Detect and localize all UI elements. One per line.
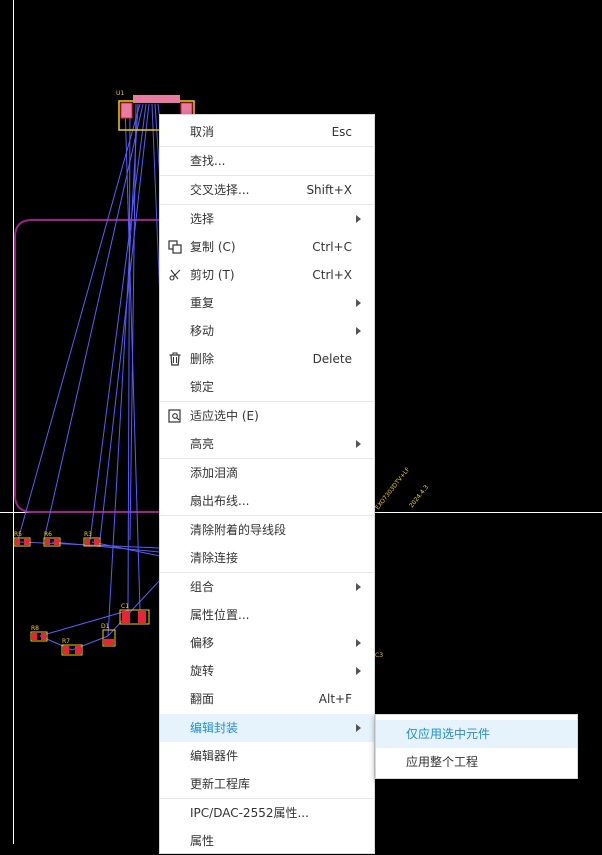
menu-item-25[interactable]: 属性 bbox=[160, 827, 374, 855]
board-outline bbox=[14, 219, 160, 513]
menu-item-12[interactable]: 添加泪滴 bbox=[160, 459, 374, 487]
component-r3[interactable]: R3 bbox=[83, 531, 101, 547]
menu-item-shortcut: Shift+X bbox=[306, 183, 352, 197]
menu-item-7[interactable]: 移动 bbox=[160, 317, 374, 345]
submenu-arrow-icon bbox=[356, 583, 361, 591]
menu-item-label: 编辑封装 bbox=[190, 721, 239, 735]
menu-item-label: 旋转 bbox=[190, 664, 215, 678]
menu-item-label: 高亮 bbox=[190, 437, 215, 451]
board-text-date: 2024.4.3 bbox=[408, 484, 430, 510]
submenu-arrow-icon bbox=[356, 724, 361, 732]
menu-item-label: 剪切 (T) bbox=[190, 268, 235, 282]
menu-item-5[interactable]: 剪切 (T) Ctrl+X bbox=[160, 261, 374, 289]
menu-item-label: 组合 bbox=[190, 580, 215, 594]
menu-item-8[interactable]: 删除 Delete bbox=[160, 345, 374, 373]
menu-item-shortcut: Esc bbox=[331, 125, 352, 139]
component-r8[interactable]: R8 bbox=[30, 625, 48, 642]
menu-item-shortcut: Ctrl+X bbox=[312, 268, 352, 282]
silk-label-r7: R7 bbox=[62, 638, 70, 645]
menu-item-label: 取消 bbox=[190, 125, 215, 139]
menu-item-2[interactable]: 交叉选择... Shift+X bbox=[160, 176, 374, 204]
menu-item-0[interactable]: 取消 Esc bbox=[160, 118, 374, 146]
menu-item-24[interactable]: IPC/DAC-2552属性... bbox=[160, 799, 374, 827]
menu-item-label: 编辑器件 bbox=[190, 749, 239, 763]
submenu-item-label: 应用整个工程 bbox=[406, 755, 479, 769]
menu-item-label: 偏移 bbox=[190, 636, 215, 650]
component-r5[interactable]: R5 bbox=[13, 531, 31, 547]
menu-item-label: 添加泪滴 bbox=[190, 466, 239, 480]
submenu-arrow-icon bbox=[356, 639, 361, 647]
submenu-item-0[interactable]: 仅应用选中元件 bbox=[376, 720, 577, 748]
menu-item-shortcut: Ctrl+C bbox=[312, 240, 352, 254]
ratlines bbox=[17, 103, 161, 651]
menu-item-15[interactable]: 清除连接 bbox=[160, 544, 374, 572]
submenu-arrow-icon bbox=[356, 327, 361, 335]
menu-item-label: 锁定 bbox=[190, 380, 215, 394]
menu-item-14[interactable]: 清除附着的导线段 bbox=[160, 516, 374, 544]
menu-item-17[interactable]: 属性位置... bbox=[160, 601, 374, 629]
menu-item-shortcut: Delete bbox=[312, 352, 352, 366]
scissors-icon bbox=[168, 268, 182, 282]
silk-label-r5: R5 bbox=[14, 531, 22, 538]
menu-item-label: 扇出布线... bbox=[190, 494, 250, 508]
menu-item-label: 查找... bbox=[190, 154, 226, 168]
menu-item-1[interactable]: 查找... bbox=[160, 147, 374, 175]
context-menu: 取消 Esc 查找... 交叉选择... Shift+X 选择复制 (C) Ctrl+C 剪切… bbox=[159, 114, 375, 854]
menu-item-label: 适应选中 (E) bbox=[190, 409, 259, 423]
submenu-item-label: 仅应用选中元件 bbox=[406, 727, 491, 741]
menu-item-16[interactable]: 组合 bbox=[160, 573, 374, 601]
menu-item-21[interactable]: 编辑封装 bbox=[160, 714, 374, 742]
zoom-fit-icon bbox=[168, 409, 182, 423]
silk-label-c3: C3 bbox=[375, 652, 383, 659]
menu-item-18[interactable]: 偏移 bbox=[160, 629, 374, 657]
menu-item-label: 清除附着的导线段 bbox=[190, 523, 287, 537]
submenu-arrow-icon bbox=[356, 440, 361, 448]
menu-item-20[interactable]: 翻面 Alt+F bbox=[160, 685, 374, 713]
menu-item-label: 交叉选择... bbox=[190, 183, 250, 197]
silk-label-u1: U1 bbox=[116, 90, 124, 97]
menu-item-23[interactable]: 更新工程库 bbox=[160, 770, 374, 798]
menu-item-label: 移动 bbox=[190, 324, 215, 338]
menu-item-label: 属性 bbox=[190, 834, 215, 848]
menu-item-label: 选择 bbox=[190, 212, 215, 226]
silk-label-d1: D1 bbox=[101, 623, 110, 630]
component-c1[interactable]: C1 bbox=[119, 603, 150, 625]
submenu-arrow-icon bbox=[356, 299, 361, 307]
submenu-item-1[interactable]: 应用整个工程 bbox=[376, 748, 577, 776]
silk-label-r8: R8 bbox=[31, 625, 39, 632]
silk-label-c1: C1 bbox=[121, 603, 129, 610]
menu-item-22[interactable]: 编辑器件 bbox=[160, 742, 374, 770]
menu-item-label: 删除 bbox=[190, 352, 215, 366]
trash-icon bbox=[168, 352, 182, 366]
menu-item-label: 更新工程库 bbox=[190, 777, 251, 791]
menu-item-4[interactable]: 复制 (C) Ctrl+C bbox=[160, 233, 374, 261]
menu-item-label: IPC/DAC-2552属性... bbox=[190, 806, 309, 820]
menu-item-10[interactable]: 适应选中 (E) bbox=[160, 402, 374, 430]
menu-item-9[interactable]: 锁定 bbox=[160, 373, 374, 401]
menu-item-label: 清除连接 bbox=[190, 551, 239, 565]
menu-item-label: 翻面 bbox=[190, 692, 215, 706]
submenu-arrow-icon bbox=[356, 215, 361, 223]
board-text-part-number: EXO7303DTV+LF bbox=[374, 466, 412, 511]
edit-footprint-submenu: 仅应用选中元件 应用整个工程 bbox=[375, 714, 578, 779]
menu-item-6[interactable]: 重复 bbox=[160, 289, 374, 317]
submenu-arrow-icon bbox=[356, 667, 361, 675]
menu-item-label: 属性位置... bbox=[190, 608, 250, 622]
silk-label-r6: R6 bbox=[44, 531, 52, 538]
silk-label-r3: R3 bbox=[84, 531, 92, 538]
menu-item-label: 重复 bbox=[190, 296, 215, 310]
menu-item-label: 复制 (C) bbox=[190, 240, 236, 254]
menu-item-11[interactable]: 高亮 bbox=[160, 430, 374, 458]
menu-item-13[interactable]: 扇出布线... bbox=[160, 487, 374, 515]
menu-item-3[interactable]: 选择 bbox=[160, 205, 374, 233]
copy-icon bbox=[168, 240, 182, 254]
menu-item-19[interactable]: 旋转 bbox=[160, 657, 374, 685]
component-r7[interactable]: R7 bbox=[61, 638, 83, 656]
menu-item-shortcut: Alt+F bbox=[318, 692, 352, 706]
